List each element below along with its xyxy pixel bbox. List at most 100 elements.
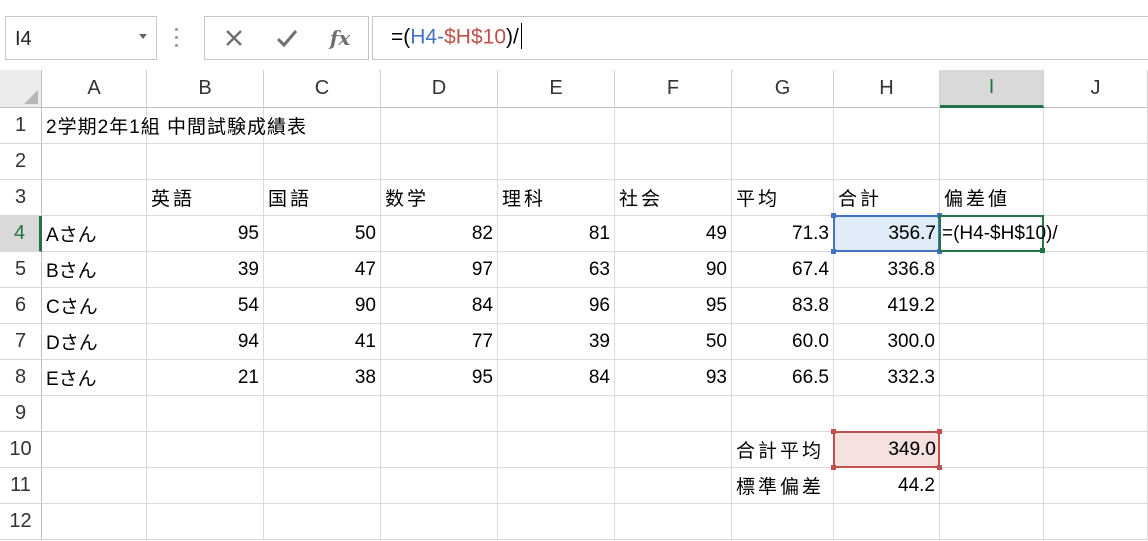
- cell-b7[interactable]: 94: [147, 324, 264, 360]
- cell-i8[interactable]: [940, 360, 1044, 396]
- cell-a1[interactable]: 2学期2年1組 中間試験成績表: [42, 108, 306, 144]
- cell-e10[interactable]: [498, 432, 615, 468]
- cell-d8[interactable]: 95: [381, 360, 498, 396]
- row-header-4[interactable]: 4: [0, 216, 42, 252]
- ref-handle-h10-2[interactable]: [831, 465, 836, 470]
- cell-h9[interactable]: [834, 396, 940, 432]
- cell-a3[interactable]: [42, 180, 147, 216]
- insert-function-button[interactable]: fx: [317, 17, 363, 59]
- cell-e11[interactable]: [498, 468, 615, 504]
- cell-i11[interactable]: [940, 468, 1044, 504]
- cell-i1[interactable]: [940, 108, 1044, 144]
- grip-icon[interactable]: [175, 28, 179, 48]
- cell-j3[interactable]: [1044, 180, 1148, 216]
- cell-a8[interactable]: Eさん: [42, 360, 147, 396]
- cell-e2[interactable]: [498, 144, 615, 180]
- cell-e8[interactable]: 84: [498, 360, 615, 396]
- cell-g5[interactable]: 67.4: [732, 252, 834, 288]
- cell-h6[interactable]: 419.2: [834, 288, 940, 324]
- cell-a12[interactable]: [42, 504, 147, 540]
- column-header-b[interactable]: B: [147, 70, 264, 108]
- cell-j7[interactable]: [1044, 324, 1148, 360]
- cell-j4[interactable]: [1044, 216, 1148, 252]
- row-header-1[interactable]: 1: [0, 108, 42, 144]
- cell-j10[interactable]: [1044, 432, 1148, 468]
- name-box[interactable]: I4: [5, 16, 157, 60]
- row-header-10[interactable]: 10: [0, 432, 42, 468]
- cell-j9[interactable]: [1044, 396, 1148, 432]
- cell-c7[interactable]: 41: [264, 324, 381, 360]
- cell-d11[interactable]: [381, 468, 498, 504]
- ref-handle-h10-3[interactable]: [937, 465, 942, 470]
- cell-e12[interactable]: [498, 504, 615, 540]
- cell-j8[interactable]: [1044, 360, 1148, 396]
- cell-d2[interactable]: [381, 144, 498, 180]
- cell-i9[interactable]: [940, 396, 1044, 432]
- cell-d6[interactable]: 84: [381, 288, 498, 324]
- cell-g8[interactable]: 66.5: [732, 360, 834, 396]
- cell-c3[interactable]: 国語: [264, 180, 381, 216]
- row-header-3[interactable]: 3: [0, 180, 42, 216]
- x-icon[interactable]: [211, 17, 257, 59]
- cell-b9[interactable]: [147, 396, 264, 432]
- ref-handle-h4-0[interactable]: [831, 213, 836, 218]
- column-header-e[interactable]: E: [498, 70, 615, 108]
- cell-f11[interactable]: [615, 468, 732, 504]
- cell-b6[interactable]: 54: [147, 288, 264, 324]
- cell-i7[interactable]: [940, 324, 1044, 360]
- cell-b11[interactable]: [147, 468, 264, 504]
- cell-c5[interactable]: 47: [264, 252, 381, 288]
- cell-c9[interactable]: [264, 396, 381, 432]
- cell-d5[interactable]: 97: [381, 252, 498, 288]
- cell-c6[interactable]: 90: [264, 288, 381, 324]
- cell-d10[interactable]: [381, 432, 498, 468]
- ref-handle-h4-2[interactable]: [831, 249, 836, 254]
- cell-d12[interactable]: [381, 504, 498, 540]
- cell-g2[interactable]: [732, 144, 834, 180]
- cell-i10[interactable]: [940, 432, 1044, 468]
- cell-f4[interactable]: 49: [615, 216, 732, 252]
- column-header-c[interactable]: C: [264, 70, 381, 108]
- cell-a4[interactable]: Aさん: [42, 216, 147, 252]
- cell-e3[interactable]: 理科: [498, 180, 615, 216]
- cell-a6[interactable]: Cさん: [42, 288, 147, 324]
- cell-g6[interactable]: 83.8: [732, 288, 834, 324]
- column-header-f[interactable]: F: [615, 70, 732, 108]
- row-header-5[interactable]: 5: [0, 252, 42, 288]
- cell-g3[interactable]: 平均: [732, 180, 834, 216]
- select-all-button[interactable]: [0, 70, 42, 108]
- cell-d4[interactable]: 82: [381, 216, 498, 252]
- cell-f1[interactable]: [615, 108, 732, 144]
- cell-c11[interactable]: [264, 468, 381, 504]
- cell-i5[interactable]: [940, 252, 1044, 288]
- cell-g11[interactable]: 標準偏差: [732, 468, 834, 504]
- cell-e5[interactable]: 63: [498, 252, 615, 288]
- cell-b8[interactable]: 21: [147, 360, 264, 396]
- cell-f3[interactable]: 社会: [615, 180, 732, 216]
- row-header-9[interactable]: 9: [0, 396, 42, 432]
- cell-j1[interactable]: [1044, 108, 1148, 144]
- cell-g10[interactable]: 合計平均: [732, 432, 834, 468]
- cell-a10[interactable]: [42, 432, 147, 468]
- cell-b3[interactable]: 英語: [147, 180, 264, 216]
- cell-h2[interactable]: [834, 144, 940, 180]
- cell-c2[interactable]: [264, 144, 381, 180]
- ref-handle-h4-1[interactable]: [937, 213, 942, 218]
- row-header-11[interactable]: 11: [0, 468, 42, 504]
- ref-handle-h10-0[interactable]: [831, 429, 836, 434]
- formula-input[interactable]: =(H4-$H$10)/: [372, 16, 1148, 60]
- column-header-j[interactable]: J: [1044, 70, 1148, 108]
- check-icon[interactable]: [264, 17, 310, 59]
- column-header-a[interactable]: A: [42, 70, 147, 108]
- cell-g12[interactable]: [732, 504, 834, 540]
- row-header-8[interactable]: 8: [0, 360, 42, 396]
- column-header-d[interactable]: D: [381, 70, 498, 108]
- cell-d3[interactable]: 数学: [381, 180, 498, 216]
- cell-g9[interactable]: [732, 396, 834, 432]
- cell-i3[interactable]: 偏差値: [940, 180, 1044, 216]
- column-header-h[interactable]: H: [834, 70, 940, 108]
- row-header-7[interactable]: 7: [0, 324, 42, 360]
- cell-i2[interactable]: [940, 144, 1044, 180]
- cell-f10[interactable]: [615, 432, 732, 468]
- cell-b10[interactable]: [147, 432, 264, 468]
